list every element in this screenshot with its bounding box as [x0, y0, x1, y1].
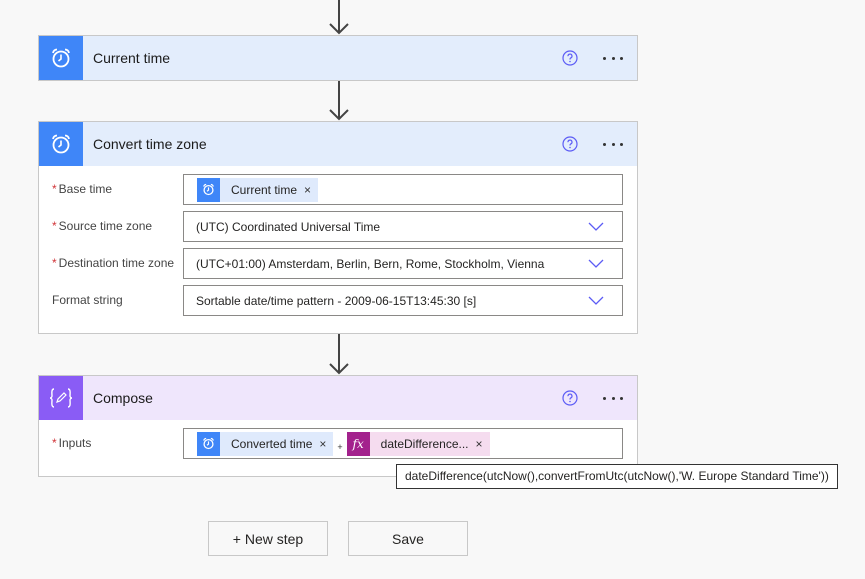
inputs-field[interactable]: Converted time × + fx dateDifference... …: [183, 428, 623, 459]
select-value: (UTC+01:00) Amsterdam, Berlin, Bern, Rom…: [196, 256, 545, 271]
alarm-clock-icon: [52, 48, 70, 68]
required-mark: *: [52, 219, 57, 233]
dynamic-content-token[interactable]: Current time ×: [197, 177, 319, 202]
arrow-down-icon: [329, 81, 349, 121]
expression-tooltip: dateDifference(utcNow(),convertFromUtc(u…: [396, 464, 838, 489]
alarm-clock-icon: [203, 437, 214, 450]
remove-token-icon[interactable]: ×: [301, 183, 318, 197]
source-time-zone-select[interactable]: (UTC) Coordinated Universal Time: [183, 211, 623, 242]
step-card-compose: Compose * Inputs Converted time × + fx d…: [38, 375, 638, 477]
new-step-button[interactable]: + New step: [208, 521, 328, 556]
step-title: Convert time zone: [93, 136, 207, 152]
more-options-icon[interactable]: [601, 389, 625, 407]
format-string-select[interactable]: Sortable date/time pattern - 2009-06-15T…: [183, 285, 623, 316]
token-label: Converted time: [231, 436, 313, 451]
arrow-down-icon: [329, 0, 349, 35]
token-icon-block: [197, 431, 220, 456]
connector-arrow: [329, 81, 349, 121]
destination-time-zone-select[interactable]: (UTC+01:00) Amsterdam, Berlin, Bern, Rom…: [183, 248, 623, 279]
select-value: Sortable date/time pattern - 2009-06-15T…: [196, 293, 477, 308]
field-label: * Base time: [52, 182, 113, 196]
field-source-time-zone: * Source time zone (UTC) Coordinated Univ…: [52, 211, 623, 248]
connector-arrow: [329, 0, 349, 35]
dynamic-content-token[interactable]: Converted time ×: [197, 431, 334, 456]
chevron-down-icon[interactable]: [586, 296, 606, 305]
alarm-clock-icon: [52, 134, 70, 154]
expression-token[interactable]: fx dateDifference... ×: [346, 431, 490, 456]
field-base-time: * Base time Current time ×: [52, 174, 623, 211]
token-icon-block: [197, 177, 220, 202]
more-options-icon[interactable]: [601, 135, 625, 153]
step-header[interactable]: Compose: [39, 376, 637, 420]
step-body: * Base time Current time × * Source time…: [39, 166, 637, 328]
required-mark: *: [52, 182, 57, 196]
step-icon-block: [39, 122, 83, 166]
field-format-string: Format string Sortable date/time pattern…: [52, 285, 623, 322]
field-destination-time-zone: * Destination time zone (UTC+01:00) Amste…: [52, 248, 623, 285]
fx-icon: fx: [346, 431, 370, 456]
step-title: Current time: [93, 50, 171, 66]
step-title: Compose: [93, 390, 153, 406]
required-mark: *: [52, 256, 57, 270]
required-mark: *: [52, 436, 57, 450]
save-button[interactable]: Save: [348, 521, 468, 556]
field-label: * Inputs: [52, 436, 92, 450]
chevron-down-icon[interactable]: [586, 259, 606, 268]
help-icon[interactable]: [561, 135, 579, 153]
compose-braces-icon: [49, 388, 73, 408]
step-header[interactable]: Current time: [39, 36, 637, 80]
help-icon[interactable]: [561, 49, 579, 67]
token-label: dateDifference...: [380, 436, 469, 451]
step-icon-block: [39, 36, 83, 80]
base-time-input[interactable]: Current time ×: [183, 174, 623, 205]
remove-token-icon[interactable]: ×: [316, 437, 333, 451]
step-icon-block: [39, 376, 83, 420]
alarm-clock-icon: [203, 183, 214, 196]
field-label: * Source time zone: [52, 219, 153, 233]
field-inputs: * Inputs Converted time × + fx dateDiffe…: [52, 428, 623, 465]
token-separator: +: [337, 441, 343, 452]
connector-arrow: [329, 334, 349, 375]
arrow-down-icon: [329, 334, 349, 375]
step-card-current-time: Current time: [38, 35, 638, 81]
help-icon[interactable]: [561, 389, 579, 407]
chevron-down-icon[interactable]: [586, 222, 606, 231]
field-label: * Destination time zone: [52, 256, 175, 270]
step-header[interactable]: Convert time zone: [39, 122, 637, 166]
more-options-icon[interactable]: [601, 49, 625, 67]
select-value: (UTC) Coordinated Universal Time: [196, 219, 381, 234]
step-card-convert-time-zone: Convert time zone * Base time Current ti…: [38, 121, 638, 334]
field-label: Format string: [52, 293, 123, 307]
remove-token-icon[interactable]: ×: [473, 437, 490, 451]
token-label: Current time: [231, 182, 298, 197]
